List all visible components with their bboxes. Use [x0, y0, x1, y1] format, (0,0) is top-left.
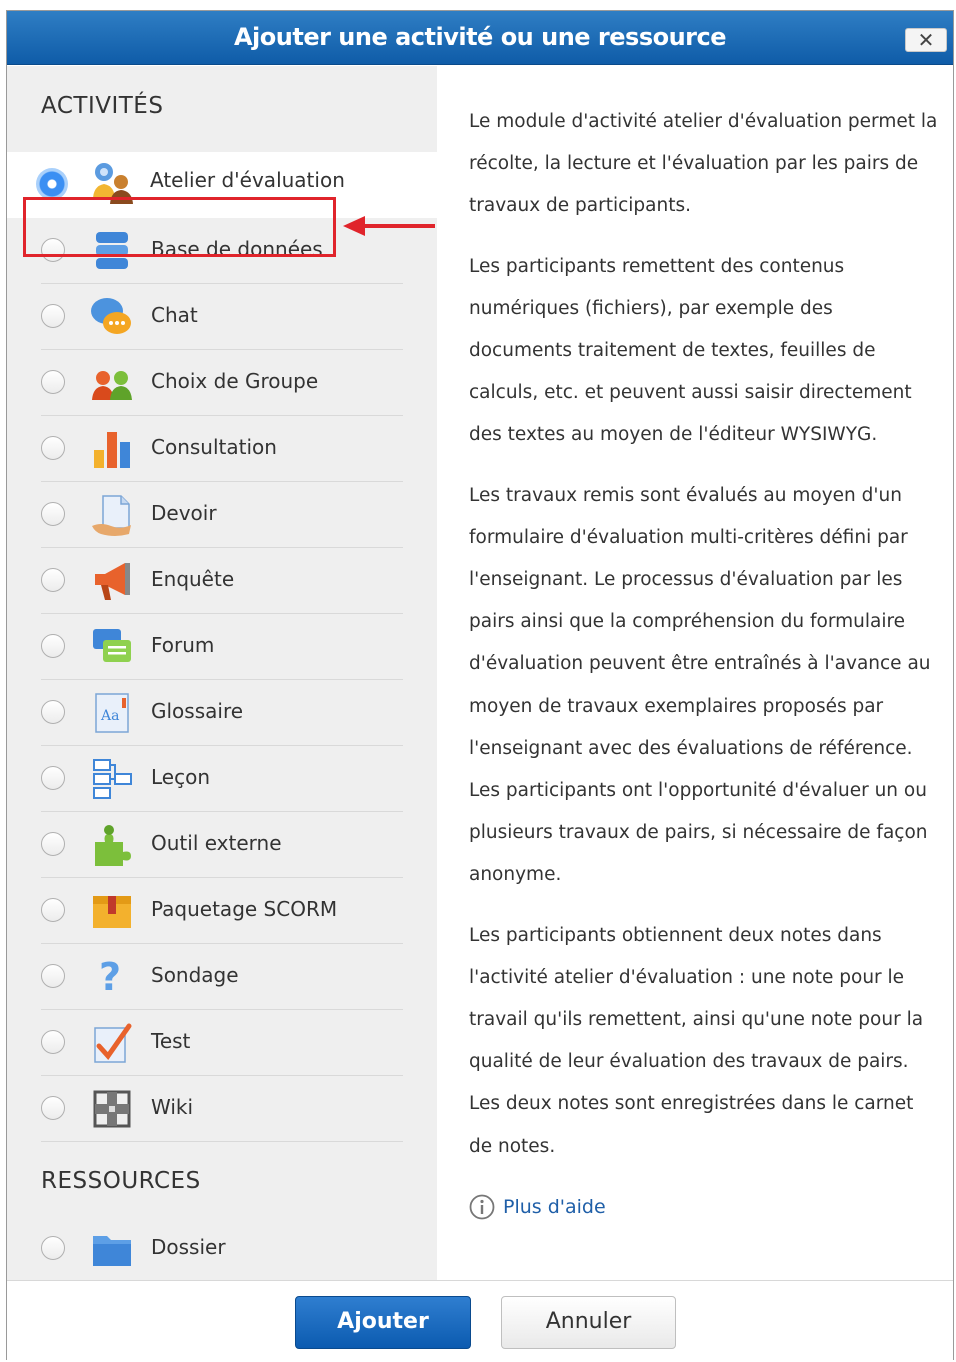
option-label: Choix de Groupe: [151, 369, 319, 393]
description-paragraph: Le module d'activité atelier d'évaluatio…: [469, 111, 938, 217]
option-folder[interactable]: Dossier: [41, 1216, 403, 1280]
radio-workshop[interactable]: [36, 168, 68, 200]
option-label: Devoir: [151, 501, 217, 525]
add-activity-dialog: Ajouter une activité ou une ressource ✕ …: [6, 10, 954, 1361]
dialog-title: Ajouter une activité ou une ressource: [233, 23, 727, 51]
option-forum[interactable]: Forum: [41, 614, 403, 680]
option-scorm[interactable]: Paquetage SCORM: [41, 878, 403, 944]
radio-survey[interactable]: [41, 568, 65, 592]
option-external-tool[interactable]: Outil externe: [41, 812, 403, 878]
forum-icon: [93, 629, 131, 662]
description-paragraph: Les participants obtiennent deux notes d…: [469, 924, 924, 1157]
module-description: Le module d'activité atelier d'évaluatio…: [469, 101, 939, 1228]
option-label: Enquête: [151, 567, 235, 591]
option-label: Atelier d'évaluation: [150, 168, 345, 192]
package-icon: [93, 896, 131, 928]
description-paragraph: Les travaux remis sont évalués au moyen …: [469, 484, 931, 886]
option-label: Dossier: [151, 1235, 226, 1259]
radio-forum[interactable]: [41, 634, 65, 658]
bar-chart-icon: [94, 432, 130, 468]
option-label: Test: [151, 1029, 191, 1053]
folder-icon: [93, 1236, 131, 1266]
option-consultation[interactable]: Consultation: [41, 416, 403, 482]
radio-group-choice[interactable]: [41, 370, 65, 394]
close-icon: ✕: [917, 28, 935, 52]
radio-assignment[interactable]: [41, 502, 65, 526]
option-label: Consultation: [151, 435, 277, 459]
info-icon: [469, 1194, 495, 1220]
option-lesson[interactable]: Leçon: [41, 746, 403, 812]
option-survey[interactable]: Enquête: [41, 548, 403, 614]
megaphone-icon: [95, 563, 130, 600]
radio-folder[interactable]: [41, 1236, 65, 1260]
option-label: Paquetage SCORM: [151, 897, 338, 921]
group-choice-icon: [92, 371, 132, 400]
description-paragraph: Les participants remettent des contenus …: [469, 255, 912, 446]
option-quiz[interactable]: Test: [41, 1010, 403, 1076]
svg-text:?: ?: [99, 955, 121, 999]
option-assignment[interactable]: Devoir: [41, 482, 403, 548]
option-label: Sondage: [151, 963, 239, 987]
chat-icon: [91, 298, 131, 334]
option-label: Glossaire: [151, 699, 244, 723]
help-row: Plus d'aide: [469, 1186, 939, 1228]
arrow-left-icon: [343, 216, 435, 236]
radio-chat[interactable]: [41, 304, 65, 328]
wiki-icon: [93, 1090, 131, 1128]
glossary-icon: Aa: [95, 693, 129, 733]
radio-wiki[interactable]: [41, 1096, 65, 1120]
radio-lesson[interactable]: [41, 766, 65, 790]
option-chat[interactable]: Chat: [41, 284, 403, 350]
option-glossary[interactable]: Aa Glossaire: [41, 680, 403, 746]
quiz-check-icon: [94, 1023, 132, 1063]
radio-quiz[interactable]: [41, 1030, 65, 1054]
radio-poll[interactable]: [41, 964, 65, 988]
dialog-footer: Ajouter Annuler: [7, 1280, 953, 1361]
option-group-choice[interactable]: Choix de Groupe: [41, 350, 403, 416]
assignment-icon: [92, 495, 131, 536]
option-wiki[interactable]: Wiki: [41, 1076, 403, 1142]
highlight-box: [23, 197, 336, 257]
lesson-icon: [93, 759, 132, 799]
radio-glossary[interactable]: [41, 700, 65, 724]
option-label: Wiki: [151, 1095, 194, 1119]
cancel-button[interactable]: Annuler: [501, 1296, 676, 1349]
radio-external-tool[interactable]: [41, 832, 65, 856]
option-label: Forum: [151, 633, 215, 657]
option-label: Leçon: [151, 765, 211, 789]
svg-text:Aa: Aa: [100, 708, 119, 724]
activities-heading: ACTIVITÉS: [41, 93, 164, 119]
option-poll[interactable]: ? Sondage: [41, 944, 403, 1010]
more-help-link[interactable]: Plus d'aide: [503, 1186, 606, 1228]
module-chooser-list: ACTIVITÉS Atelier d'évaluation Base de d…: [7, 66, 437, 1280]
option-label: Outil externe: [151, 831, 282, 855]
option-label: Chat: [151, 303, 198, 327]
close-button[interactable]: ✕: [905, 28, 947, 52]
puzzle-icon: [95, 825, 131, 866]
radio-consultation[interactable]: [41, 436, 65, 460]
resources-heading: RESSOURCES: [41, 1168, 201, 1194]
radio-scorm[interactable]: [41, 898, 65, 922]
question-icon: ?: [99, 955, 121, 999]
dialog-titlebar: Ajouter une activité ou une ressource ✕: [7, 11, 953, 65]
add-button[interactable]: Ajouter: [295, 1296, 471, 1349]
